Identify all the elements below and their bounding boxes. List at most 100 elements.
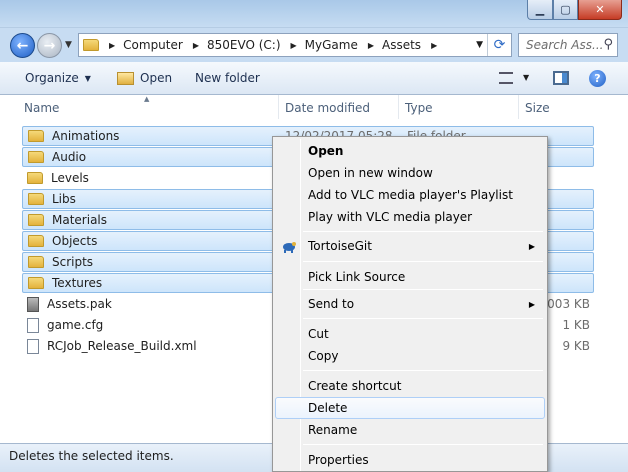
file-size: 1 KB	[562, 318, 590, 332]
column-date-modified[interactable]: Date modified	[285, 101, 370, 115]
menu-separator	[303, 370, 543, 371]
folder-icon	[28, 277, 44, 289]
archive-file-icon	[27, 296, 39, 312]
organize-button[interactable]: Organize ▼	[25, 71, 91, 85]
menu-item-label: Open in new window	[308, 166, 433, 180]
column-name[interactable]: Name	[24, 101, 59, 115]
submenu-arrow-icon: ▶	[528, 299, 535, 309]
forward-arrow-icon: →	[43, 37, 56, 54]
change-view-icon[interactable]	[499, 72, 513, 84]
file-name: Objects	[52, 234, 98, 248]
sort-ascending-icon: ▲	[144, 95, 150, 103]
new-folder-label: New folder	[195, 71, 260, 85]
open-button[interactable]: Open	[117, 71, 172, 85]
status-text: Deletes the selected items.	[9, 449, 174, 463]
context-menu: Open Open in new window Add to VLC media…	[272, 136, 548, 472]
file-name: Levels	[51, 171, 89, 185]
chevron-down-icon: ▼	[84, 73, 91, 83]
file-name: Assets.pak	[47, 297, 112, 311]
back-arrow-icon: ←	[16, 37, 29, 54]
menu-item-label: Pick Link Source	[308, 270, 406, 284]
file-name: RCJob_Release_Build.xml	[47, 339, 197, 353]
menu-item-label: Rename	[308, 423, 358, 437]
config-file-icon	[27, 317, 39, 333]
folder-icon	[28, 193, 44, 205]
preview-pane-icon[interactable]	[553, 71, 569, 85]
window-controls: ▁ ▢ ✕	[527, 0, 622, 20]
search-placeholder: Search Ass...	[526, 38, 604, 52]
maximize-button[interactable]: ▢	[553, 0, 578, 20]
folder-icon	[28, 130, 44, 142]
recent-pages-dropdown[interactable]: ▼	[65, 40, 72, 50]
close-button[interactable]: ✕	[578, 0, 622, 20]
breadcrumb-assets[interactable]: Assets	[382, 38, 421, 52]
column-divider[interactable]	[278, 95, 279, 119]
menu-item-open[interactable]: Open	[275, 140, 545, 162]
menu-separator	[303, 261, 543, 262]
menu-item-label: Delete	[308, 401, 348, 415]
menu-item-tortoisegit[interactable]: TortoiseGit ▶	[275, 235, 545, 257]
column-type[interactable]: Type	[405, 101, 433, 115]
refresh-icon: ⟳	[493, 37, 506, 53]
file-name: Textures	[52, 276, 103, 290]
organize-label: Organize	[25, 71, 79, 85]
file-name: game.cfg	[47, 318, 104, 332]
menu-item-pick-link-source[interactable]: Pick Link Source	[275, 266, 545, 288]
menu-item-rename[interactable]: Rename	[275, 419, 545, 441]
menu-separator	[303, 289, 543, 290]
menu-item-label: Send to	[308, 297, 355, 311]
breadcrumb-mygame[interactable]: MyGame	[305, 38, 358, 52]
breadcrumb-drive[interactable]: 850EVO (C:)	[207, 38, 281, 52]
forward-button[interactable]: →	[37, 33, 62, 58]
address-bar[interactable]: ▶ Computer ▶ 850EVO (C:) ▶ MyGame ▶ Asse…	[78, 33, 512, 57]
folder-icon	[83, 39, 99, 51]
menu-item-delete[interactable]: Delete	[275, 397, 545, 419]
new-folder-button[interactable]: New folder	[195, 71, 260, 85]
column-divider[interactable]	[398, 95, 399, 119]
file-name: Animations	[52, 129, 120, 143]
breadcrumb-separator-icon[interactable]: ▶	[193, 41, 199, 50]
menu-item-label: Properties	[308, 453, 369, 467]
folder-icon	[27, 172, 43, 184]
menu-separator	[303, 318, 543, 319]
menu-item-copy[interactable]: Copy	[275, 345, 545, 367]
help-icon[interactable]: ?	[589, 70, 606, 87]
column-size[interactable]: Size	[525, 101, 550, 115]
menu-item-label: Copy	[308, 349, 339, 363]
column-headers: ▲ Name Date modified Type Size	[0, 95, 628, 119]
menu-item-cut[interactable]: Cut	[275, 323, 545, 345]
menu-item-play-vlc[interactable]: Play with VLC media player	[275, 206, 545, 228]
search-input[interactable]: Search Ass... ⚲	[518, 33, 618, 57]
tortoisegit-icon	[283, 242, 296, 253]
search-icon[interactable]: ⚲	[603, 37, 613, 52]
menu-item-label: Open	[308, 144, 344, 158]
view-options-dropdown[interactable]: ▼	[523, 73, 529, 82]
address-dropdown-icon[interactable]: ▼	[476, 40, 483, 50]
menu-item-label: Create shortcut	[308, 379, 402, 393]
file-size: 9 KB	[562, 339, 590, 353]
breadcrumb-computer[interactable]: Computer	[123, 38, 183, 52]
breadcrumb-separator-icon[interactable]: ▶	[431, 41, 437, 50]
breadcrumb-separator-icon[interactable]: ▶	[109, 41, 115, 50]
folder-icon	[28, 256, 44, 268]
breadcrumb-separator-icon[interactable]: ▶	[291, 41, 297, 50]
menu-item-label: Cut	[308, 327, 329, 341]
folder-icon	[28, 151, 44, 163]
menu-item-send-to[interactable]: Send to ▶	[275, 293, 545, 315]
menu-item-properties[interactable]: Properties	[275, 449, 545, 471]
back-button[interactable]: ←	[10, 33, 35, 58]
menu-item-add-vlc-playlist[interactable]: Add to VLC media player's Playlist	[275, 184, 545, 206]
navigation-bar: ← → ▼ ▶ Computer ▶ 850EVO (C:) ▶ MyGame …	[0, 28, 628, 62]
menu-item-open-new-window[interactable]: Open in new window	[275, 162, 545, 184]
column-divider[interactable]	[518, 95, 519, 119]
breadcrumb-separator-icon[interactable]: ▶	[368, 41, 374, 50]
submenu-arrow-icon: ▶	[528, 241, 535, 251]
open-label: Open	[140, 71, 173, 85]
file-name: Libs	[52, 192, 76, 206]
menu-item-create-shortcut[interactable]: Create shortcut	[275, 375, 545, 397]
folder-icon	[28, 214, 44, 226]
command-bar: Organize ▼ Open New folder ▼ ?	[0, 62, 628, 95]
minimize-button[interactable]: ▁	[527, 0, 553, 20]
refresh-button[interactable]: ⟳	[487, 34, 511, 56]
window-titlebar: ▁ ▢ ✕	[0, 0, 628, 28]
